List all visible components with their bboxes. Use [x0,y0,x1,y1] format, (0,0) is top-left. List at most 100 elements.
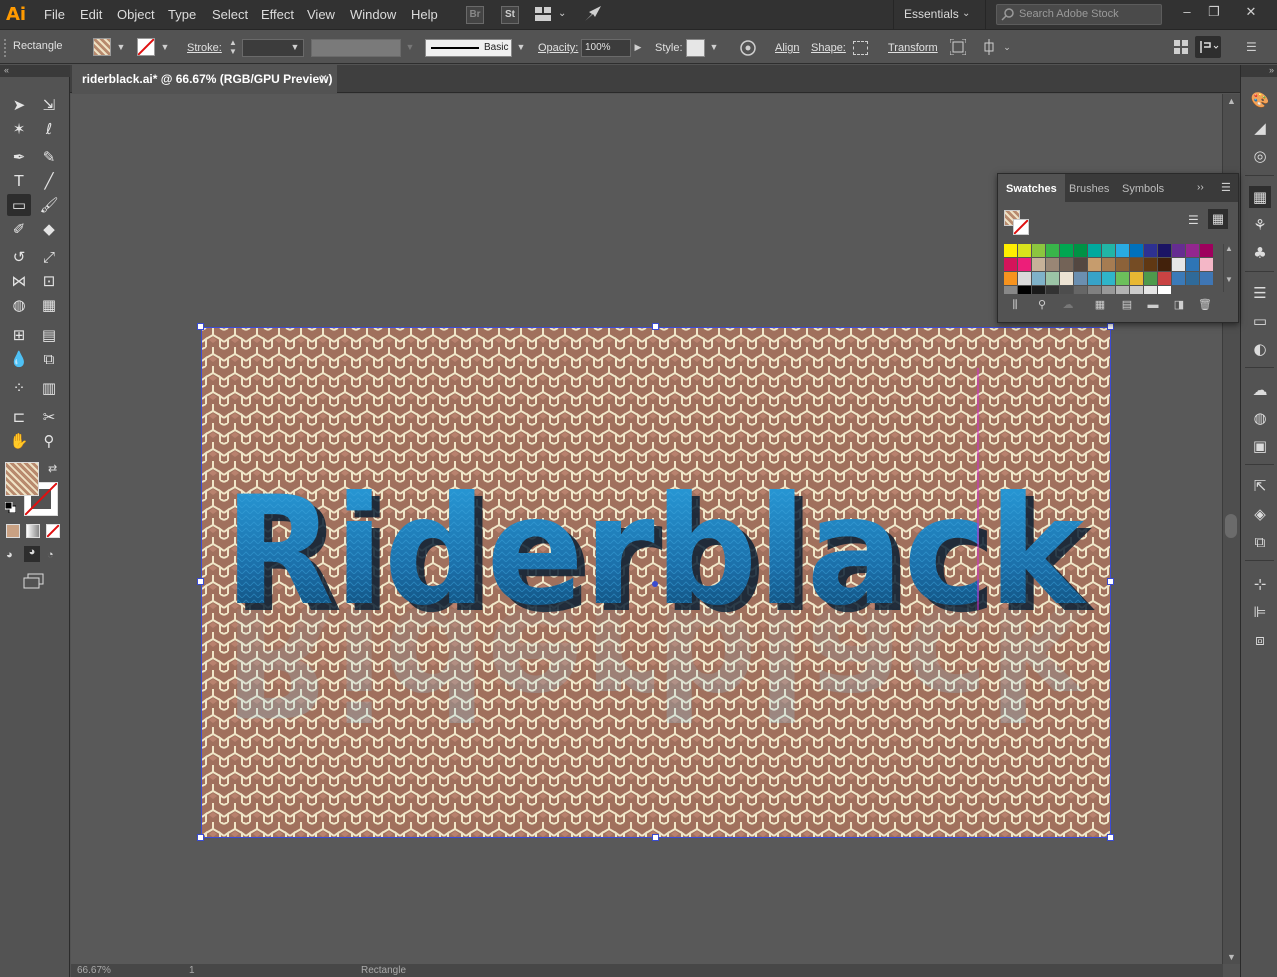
opacity-label[interactable]: Opacity: [538,42,578,54]
menu-select[interactable]: Select [212,7,248,22]
curvature-tool-icon[interactable]: ✎ [37,146,61,168]
fill-swatch[interactable] [93,38,111,56]
perspective-grid-tool-icon[interactable]: ▦ [37,294,61,316]
recolor-artwork-icon[interactable] [739,39,757,57]
swatch[interactable] [1172,258,1185,271]
swatch[interactable] [1046,244,1059,257]
color-mode-icon[interactable] [6,524,20,538]
swatch[interactable] [1158,272,1171,285]
libraries-panel-icon[interactable]: ☁ [1249,379,1271,401]
swatch[interactable] [1172,244,1185,257]
menu-window[interactable]: Window [350,7,396,22]
swatch[interactable] [1032,244,1045,257]
stock-button[interactable]: St [501,6,519,24]
handle-middle-right[interactable] [1107,578,1114,585]
gpu-performance-icon[interactable] [583,5,603,23]
search-stock-input[interactable]: Search Adobe Stock [996,4,1162,25]
rectangle-tool-icon[interactable]: ▭ [7,194,31,216]
swatch[interactable] [1018,244,1031,257]
chevron-down-icon[interactable]: ▼ [116,40,126,54]
mesh-tool-icon[interactable]: ⊞ [7,324,31,346]
chevron-down-icon[interactable]: ⌄ [1002,40,1012,54]
swatch[interactable] [1200,258,1213,271]
panel-menu-icon[interactable]: ☰ [1246,40,1260,54]
opacity-input[interactable]: 100% [581,39,631,57]
align-panel-icon[interactable]: ⊫ [1249,601,1271,623]
magic-wand-tool-icon[interactable]: ✶ [7,118,31,140]
swatch[interactable] [1018,258,1031,271]
asset-export-icon[interactable]: ⇱ [1249,475,1271,497]
toolbar-collapse-handle[interactable]: « [0,65,70,77]
swatch[interactable] [1074,258,1087,271]
artboard[interactable]: Riderblack Riderblack Riderblack Riderbl… [201,327,1111,838]
panel-menu-icon[interactable]: ☰ [1221,181,1231,194]
menu-effect[interactable]: Effect [261,7,294,22]
swatch[interactable] [1032,286,1045,294]
stroke-panel-icon[interactable]: ☰ [1249,282,1271,304]
slice-tool-icon[interactable]: ✂ [37,406,61,428]
swatch[interactable] [1144,286,1157,294]
swatch[interactable] [1158,258,1171,271]
restore-button[interactable]: ❐ [1204,4,1224,22]
brushes-panel-icon[interactable]: ⚘ [1249,214,1271,236]
swatch[interactable] [1102,286,1115,294]
handle-bottom-left[interactable] [197,834,204,841]
swatch[interactable] [1186,244,1199,257]
zoom-level[interactable]: 66.67% [77,965,111,976]
document-tab[interactable]: riderblack.ai* @ 66.67% (RGB/GPU Preview… [72,65,337,93]
fill-color-box-front[interactable] [5,462,39,496]
swatch[interactable] [1116,286,1129,294]
stroke-weight-stepper[interactable]: ▲ ▼ [227,38,239,58]
swatch[interactable] [1088,272,1101,285]
symbol-sprayer-tool-icon[interactable]: ⁘ [7,377,31,399]
swatch[interactable] [1172,272,1185,285]
swatch[interactable] [1116,272,1129,285]
isolate-selection-icon[interactable] [949,38,967,56]
dock-collapse-handle[interactable]: » [1241,65,1277,77]
brush-definition[interactable]: Basic [425,39,512,57]
blend-tool-icon[interactable]: ⧉ [37,348,61,370]
chevron-down-icon[interactable]: ▼ [516,40,526,54]
new-color-group-icon[interactable]: ▬ [1146,298,1160,312]
swatch[interactable] [1200,244,1213,257]
swatch[interactable] [1088,286,1101,294]
handle-top-left[interactable] [197,323,204,330]
gradient-mode-icon[interactable] [26,524,40,538]
handle-top-center[interactable] [652,323,659,330]
pen-tool-icon[interactable]: ✒ [7,146,31,168]
handle-bottom-right[interactable] [1107,834,1114,841]
swatch[interactable] [1060,272,1073,285]
scale-tool-icon[interactable]: ⤢ [37,246,61,268]
swatch[interactable] [1130,286,1143,294]
chevron-down-icon[interactable]: ▼ [160,40,170,54]
close-document-button[interactable]: × [320,71,327,85]
close-window-button[interactable]: ✕ [1241,4,1261,22]
stroke-swatch-preview[interactable] [1013,219,1029,235]
swatch[interactable] [1116,258,1129,271]
swatch-libraries-icon[interactable]: ⫼ [1008,298,1022,312]
swatch[interactable] [1144,272,1157,285]
stroke-swatch[interactable] [137,38,155,56]
color-group-options-icon[interactable]: ▦ [1093,298,1107,312]
eyedropper-tool-icon[interactable]: 💧 [7,348,31,370]
menu-edit[interactable]: Edit [80,7,102,22]
direct-selection-tool-icon[interactable]: ⇲ [37,94,61,116]
delete-swatch-icon[interactable]: 🗑 [1198,298,1212,312]
handle-top-right[interactable] [1107,323,1114,330]
menu-file[interactable]: File [44,7,65,22]
artboard-tool-icon[interactable]: ⊏ [7,406,31,428]
swatch[interactable] [1004,272,1017,285]
swatch-grid[interactable] [1004,244,1218,294]
swatch[interactable] [1186,258,1199,271]
arrange-panels-icon[interactable] [1173,39,1189,55]
scroll-down-icon[interactable]: ▼ [1227,952,1236,962]
variable-width-profile[interactable] [311,39,401,57]
arrange-documents-icon[interactable] [535,7,551,21]
menu-type[interactable]: Type [168,7,196,22]
chevron-down-icon[interactable]: ▼ [290,40,300,54]
swatch[interactable] [1060,258,1073,271]
touch-workspace-button[interactable] [1195,36,1221,58]
chevron-down-icon[interactable]: ⌄ [558,8,566,19]
shape-builder-tool-icon[interactable]: ◍ [7,294,31,316]
none-mode-icon[interactable] [46,524,60,538]
